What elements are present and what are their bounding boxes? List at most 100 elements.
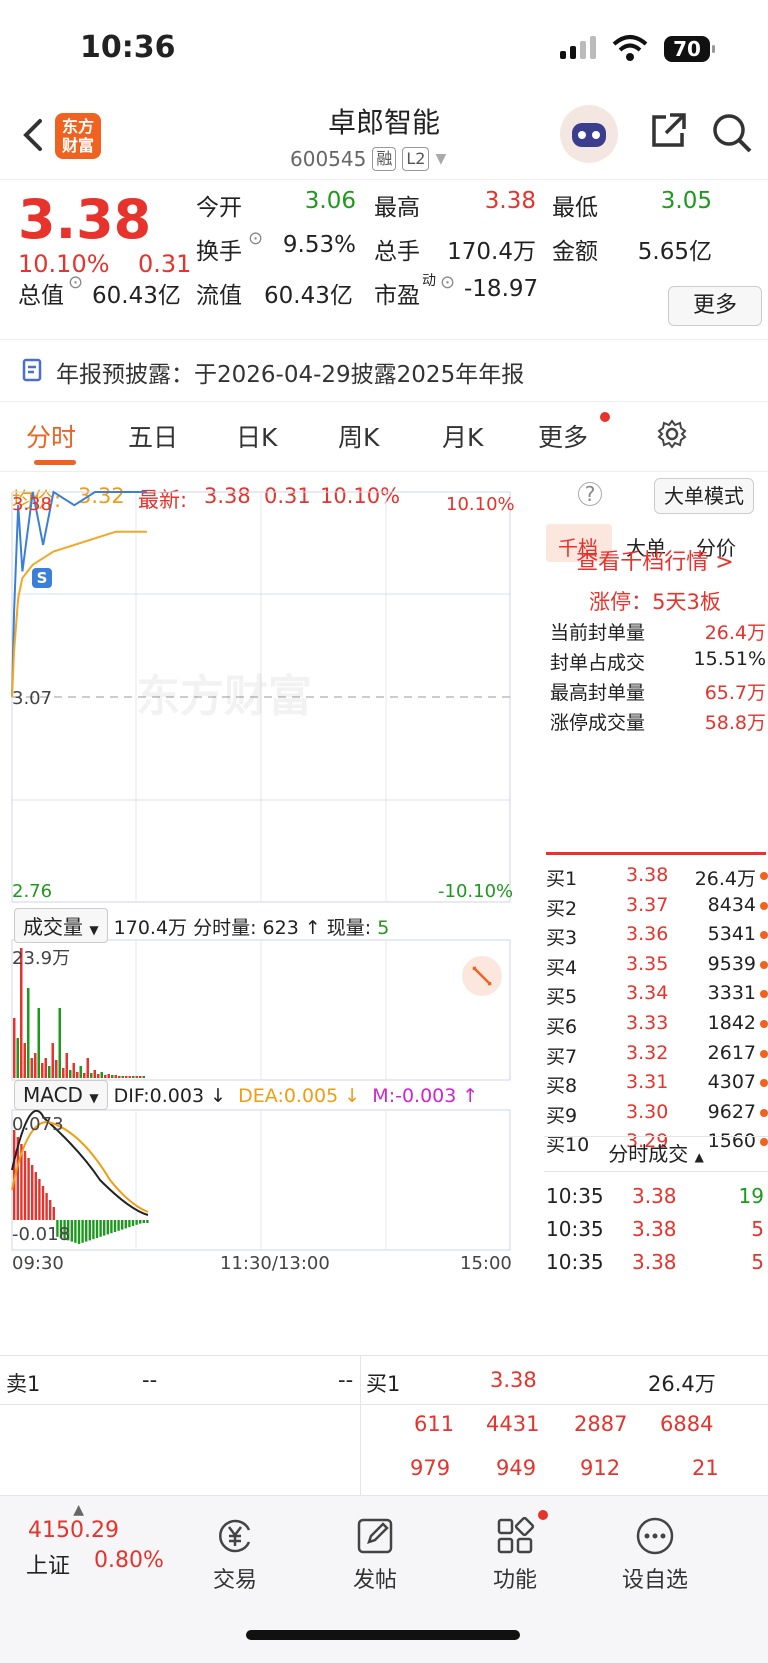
tab-monthly-k[interactable]: 月K: [442, 418, 483, 454]
sell1-label: 卖1: [6, 1372, 41, 1396]
signal-icon: [560, 36, 596, 59]
ai-assistant-avatar[interactable]: [560, 105, 618, 163]
watchlist-label: 设自选: [621, 1568, 688, 1593]
active-tab-indicator: [34, 460, 76, 465]
bid-qty: 9627: [707, 1100, 756, 1123]
ticks-header[interactable]: 分时成交 ▲: [544, 1136, 768, 1172]
pe-label: 市盈: [374, 283, 420, 309]
bid-row[interactable]: 买7 3.32 2617: [546, 1042, 768, 1069]
macd-indicator-select[interactable]: MACD ▼: [14, 1080, 108, 1110]
sell1-qty: --: [338, 1368, 354, 1392]
more-button[interactable]: 更多: [668, 286, 762, 326]
index-button[interactable]: ▲ 4150.29: [28, 1502, 119, 1543]
bid-dot-icon: [760, 901, 768, 910]
bid-dot-icon: [760, 1079, 768, 1088]
float-label: 流值: [196, 283, 242, 309]
stock-code-row[interactable]: 600545 融 L2 ▼: [290, 147, 446, 171]
volume-indicator-select[interactable]: 成交量 ▼: [14, 908, 108, 943]
stat-row: 最高封单量 65.7万: [550, 678, 766, 705]
book-divider: [360, 1356, 361, 1496]
bid-label: 买4: [546, 956, 578, 979]
bid-row[interactable]: 买1 3.38 26.4万: [546, 864, 768, 891]
volume-bar: [139, 1076, 142, 1078]
index-value: 4150.29: [28, 1518, 119, 1543]
help-icon[interactable]: ?: [578, 482, 602, 506]
tab-daily-k[interactable]: 日K: [236, 418, 277, 454]
time-start-label: 09:30: [12, 1253, 64, 1274]
caret-up-icon: ▲: [73, 1502, 84, 1518]
macd-bar: [27, 1158, 30, 1220]
tab-more[interactable]: 更多: [538, 418, 588, 454]
bid-row[interactable]: 买3 3.36 5341: [546, 923, 768, 950]
big-order-mode-button[interactable]: 大单模式: [654, 478, 754, 514]
volume-bar: [83, 1073, 86, 1078]
ticks-header-label: 分时成交: [608, 1142, 689, 1166]
post-button[interactable]: 发帖: [330, 1516, 420, 1594]
tick-row: 10:35 3.38 5: [546, 1217, 764, 1241]
edit-icon: [357, 1518, 393, 1554]
time-end-label: 15:00: [460, 1253, 512, 1274]
event-marker-s[interactable]: S: [32, 568, 52, 588]
volume-bar: [79, 1066, 82, 1078]
open-label: 今开: [196, 195, 242, 221]
bid-price: 3.38: [626, 864, 669, 886]
search-icon[interactable]: [710, 111, 754, 155]
stat-row: 封单占成交 15.51%: [550, 648, 766, 675]
macd-bar: [52, 1207, 55, 1220]
volume-select-label: 成交量: [23, 915, 83, 939]
tab-weekly-k[interactable]: 周K: [338, 418, 379, 454]
stat-row: 涨停成交量 58.8万: [550, 708, 766, 735]
info-icon[interactable]: ⊙: [248, 228, 263, 249]
back-arrow-icon[interactable]: [18, 115, 48, 155]
volume-bar: [121, 1076, 124, 1078]
macd-bar: [106, 1220, 109, 1235]
bid-price: 3.33: [626, 1012, 669, 1034]
bid-label: 买3: [546, 927, 578, 950]
bid-dot-icon: [760, 1108, 768, 1117]
bid-qty: 26.4万: [694, 868, 756, 890]
order-qty: 611: [414, 1412, 455, 1436]
volume-bar: [48, 1066, 51, 1078]
volume-now: 5: [377, 917, 390, 939]
announcement-bar[interactable]: 年报预披露：于2026-04-29披露2025年年报: [0, 340, 768, 402]
tick-qty: 19: [738, 1184, 764, 1208]
share-icon[interactable]: [648, 111, 688, 151]
bid-price: 3.31: [626, 1071, 669, 1094]
order-qty: 979: [410, 1456, 451, 1480]
bid-label: 买8: [546, 1075, 578, 1098]
macd-header: MACD ▼ DIF:0.003 ↓ DEA:0.005 ↓ M:-0.003 …: [14, 1080, 478, 1110]
info-icon[interactable]: ⊙: [68, 272, 83, 293]
time-mid-label: 11:30/13:00: [220, 1253, 330, 1274]
volume-bar: [90, 1073, 93, 1078]
stat-label: 最高封单量: [550, 682, 646, 704]
bid-label: 买2: [546, 897, 578, 920]
tick-price: 3.38: [632, 1184, 677, 1208]
buy1-price: 3.38: [490, 1368, 537, 1392]
bid-qty: 3331: [707, 982, 756, 1005]
bid-row[interactable]: 买6 3.33 1842: [546, 1012, 768, 1039]
trade-button[interactable]: 交易: [190, 1516, 280, 1594]
limit-up-info: 涨停：5天3板: [589, 590, 721, 614]
settings-gear-icon[interactable]: [656, 418, 688, 450]
add-watchlist-button[interactable]: 设自选: [610, 1516, 700, 1594]
volume-bar: [13, 1018, 16, 1078]
bid-row[interactable]: 买9 3.30 9627: [546, 1101, 768, 1128]
bid-dot-icon: [760, 990, 768, 999]
expand-icon[interactable]: [462, 956, 502, 996]
macd-bar: [74, 1220, 77, 1243]
info-icon[interactable]: ⊙: [440, 272, 455, 293]
y-mid-label: 3.07: [12, 688, 53, 709]
macd-bar: [49, 1200, 52, 1220]
tick-row: 10:35 3.38 19: [546, 1184, 764, 1208]
bid-label: 买9: [546, 1104, 578, 1127]
bid-row[interactable]: 买4 3.35 9539: [546, 953, 768, 980]
pe-superscript: 动: [422, 273, 436, 289]
bid-row[interactable]: 买5 3.34 3331: [546, 982, 768, 1009]
bid-row[interactable]: 买8 3.31 4307: [546, 1071, 768, 1098]
volume-bar: [100, 1072, 103, 1078]
tab-intraday[interactable]: 分时: [26, 418, 76, 454]
view-levels-link[interactable]: 查看千档行情 >: [544, 544, 766, 576]
function-button[interactable]: 功能: [470, 1516, 560, 1594]
tab-5day[interactable]: 五日: [128, 418, 178, 454]
bid-row[interactable]: 买2 3.37 8434: [546, 894, 768, 921]
